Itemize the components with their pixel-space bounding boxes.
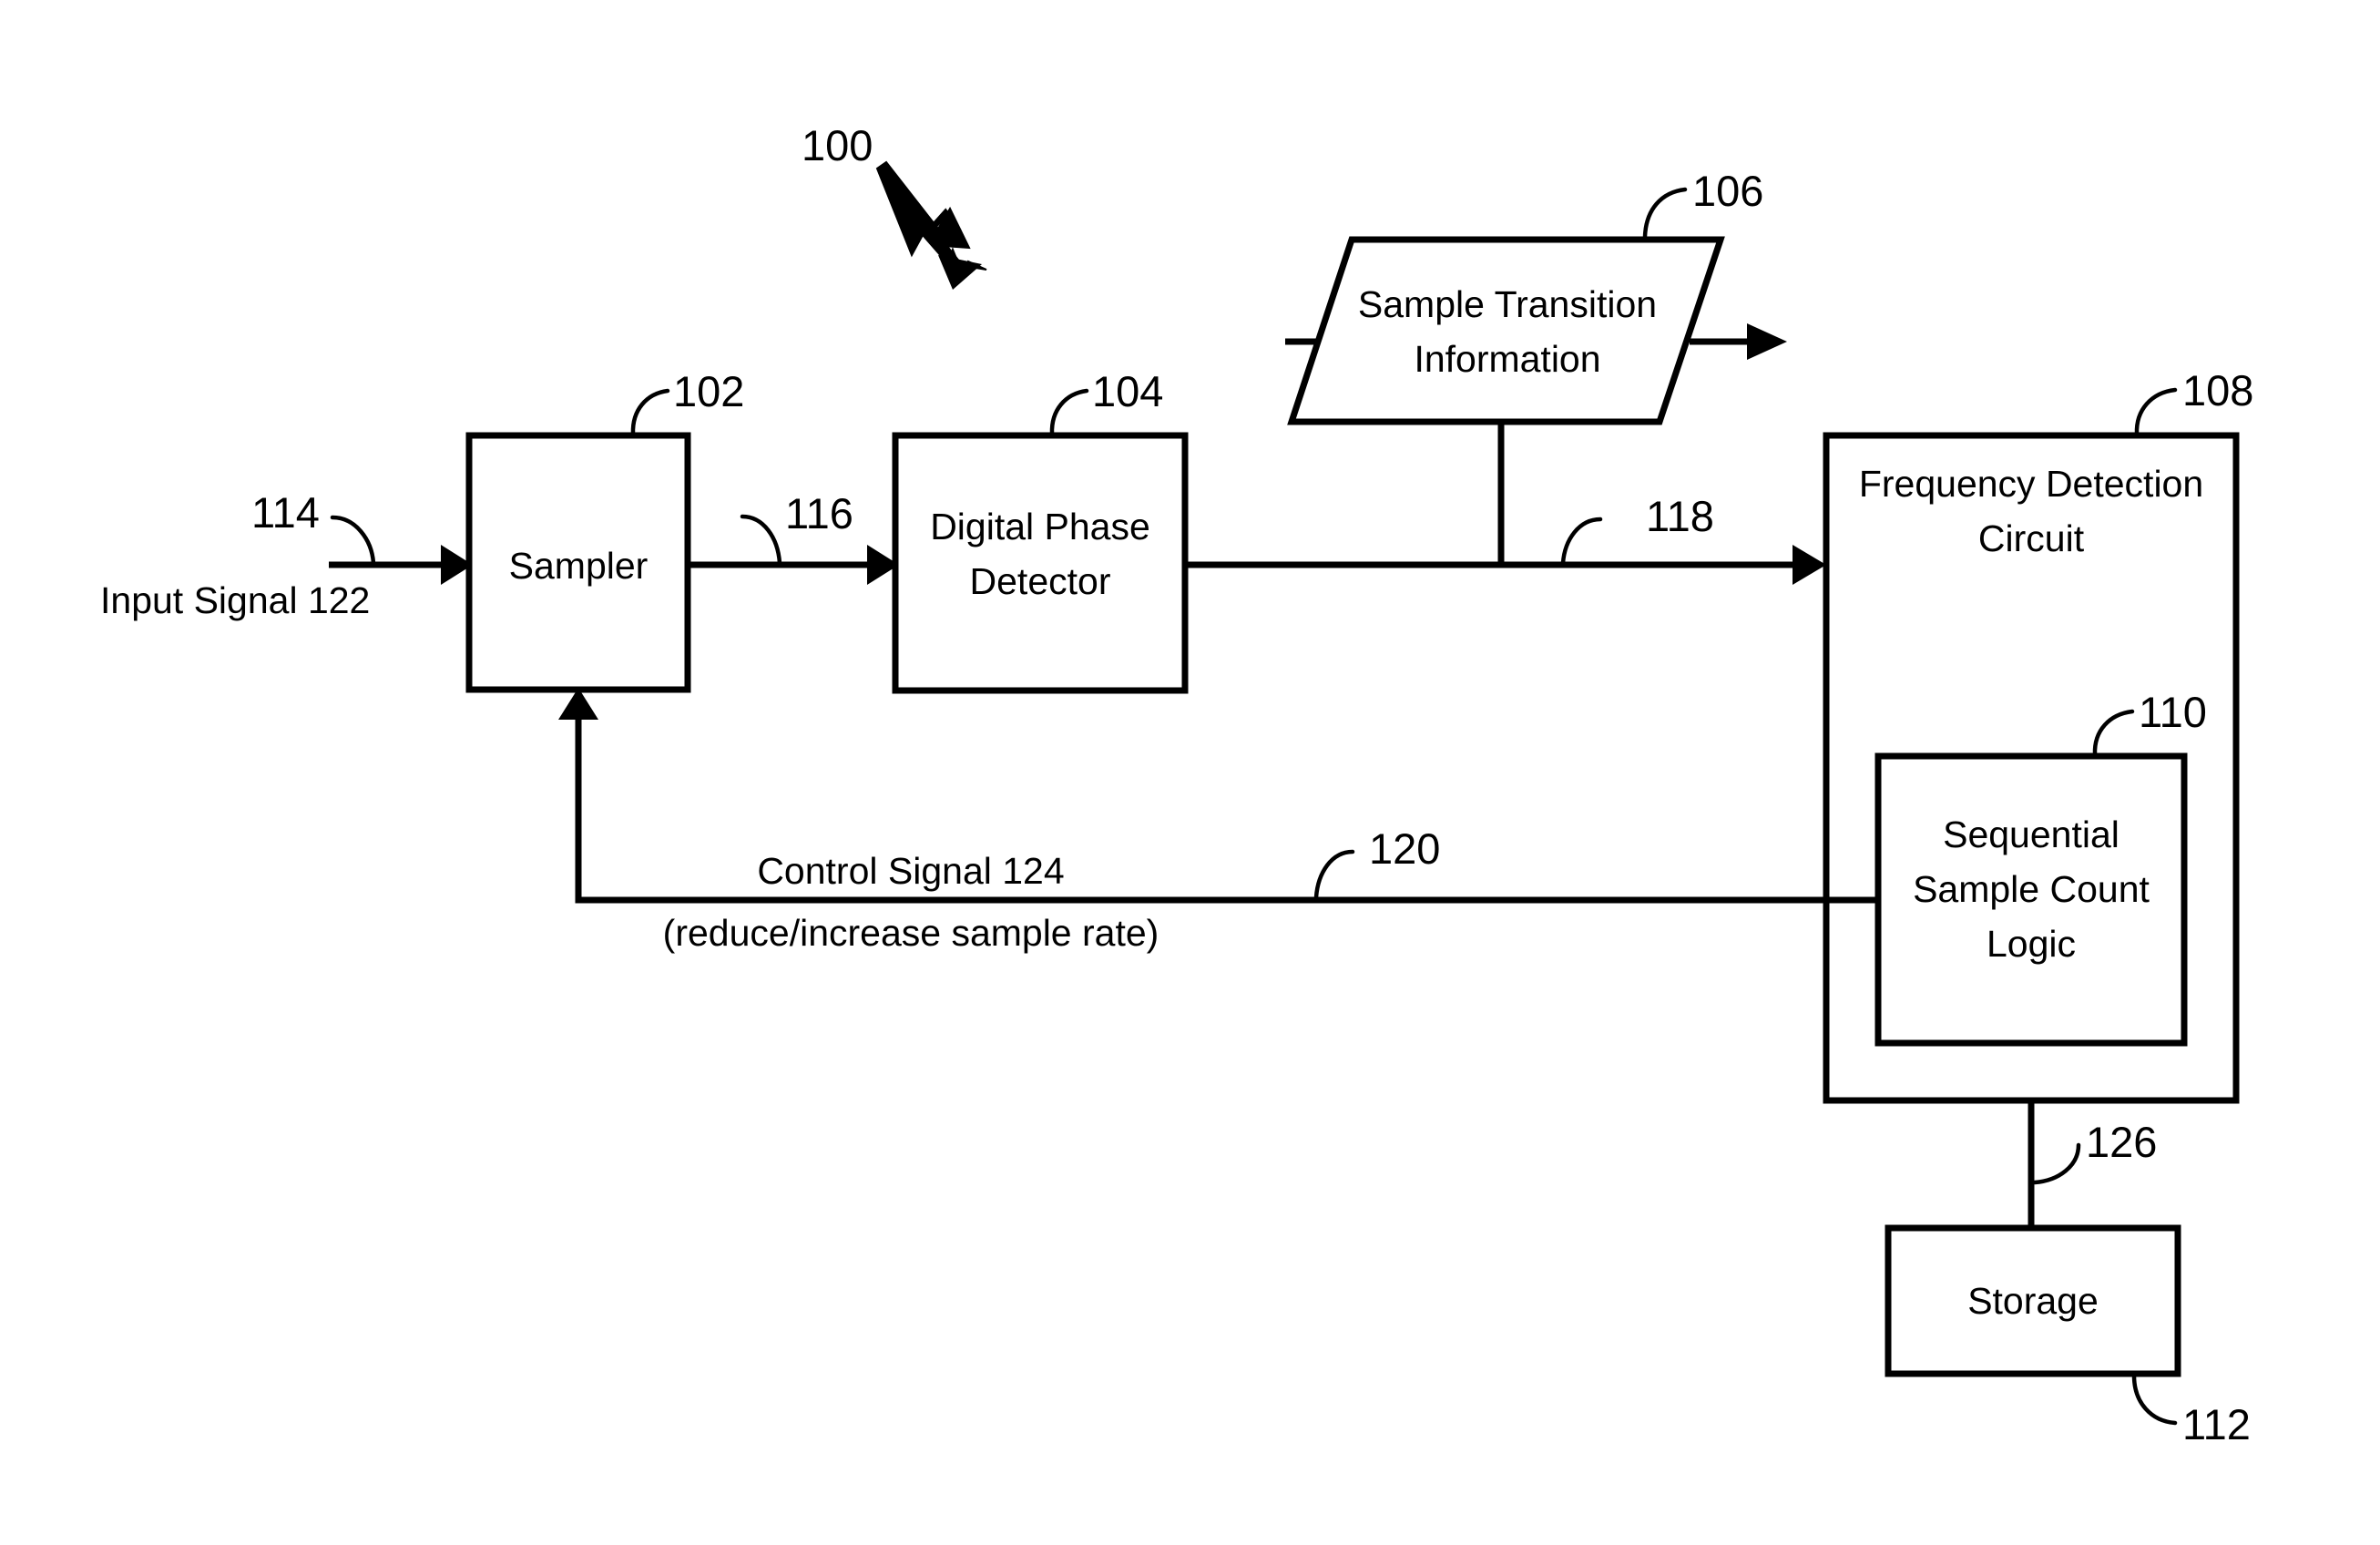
storage-link-group: 126	[2028, 1100, 2157, 1228]
ref-108-leader-line	[2134, 387, 2178, 436]
sample-transition-information-block[interactable]	[1287, 236, 1725, 425]
control-signal-label-line2: (reduce/increase sample rate)	[663, 912, 1159, 954]
ref-118-leader-line	[1560, 517, 1603, 566]
ref-126-label: 126	[2086, 1118, 2157, 1166]
frequency-detection-circuit-label-line2: Circuit	[1978, 517, 2085, 559]
lightning-arrow-shaft	[877, 163, 964, 270]
sampler-block-label: Sampler	[509, 545, 649, 587]
ref-106-label: 106	[1692, 167, 1763, 215]
control-signal-label-line1: Control Signal 124	[757, 850, 1064, 892]
ref-104-label: 104	[1092, 367, 1163, 415]
ref-120-leader-line	[1313, 849, 1355, 900]
ref-104-leader-line	[1049, 388, 1089, 436]
storage-block-group[interactable]: Storage 112	[1885, 1224, 2251, 1448]
figure-ref-100-label: 100	[802, 121, 873, 169]
ref-102-label: 102	[673, 367, 744, 415]
lightning-arrow-head	[938, 255, 982, 290]
wire-118-group: 118	[1185, 492, 1826, 585]
figure-ref-100-group: 100	[802, 121, 987, 290]
sampler-block-group[interactable]: Sampler 102	[465, 367, 744, 693]
ref-112-label: 112	[2182, 1400, 2251, 1448]
ref-112-leader-line	[2131, 1373, 2178, 1426]
block-diagram-svg: 100 114 Input Signal 122 Sampler 102 116…	[100, 121, 2253, 1448]
sequential-sample-count-logic-label-line3: Logic	[1987, 923, 2076, 965]
ref-126-leader-line	[2032, 1142, 2081, 1185]
ref-116-leader-line	[740, 514, 782, 566]
frequency-detection-circuit-label-line1: Frequency Detection	[1859, 463, 2203, 505]
ref-120-label: 120	[1369, 824, 1440, 873]
sample-transition-information-label-line2: Information	[1414, 338, 1600, 380]
sample-transition-information-label-line1: Sample Transition	[1358, 283, 1657, 325]
ref-114-label: 114	[251, 488, 320, 537]
ref-106-leader-line	[1642, 187, 1688, 240]
digital-phase-detector-label-line1: Digital Phase	[930, 506, 1150, 547]
storage-block-label: Storage	[1967, 1280, 2099, 1322]
input-signal-group: 114 Input Signal 122	[100, 488, 473, 621]
wire-118-arrowhead	[1793, 545, 1826, 585]
sequential-sample-count-logic-label-line2: Sample Count	[1913, 868, 2150, 910]
digital-phase-detector-label-line2: Detector	[970, 560, 1111, 602]
ref-118-label: 118	[1646, 492, 1714, 540]
ref-102-leader-line	[630, 388, 670, 436]
ref-110-label: 110	[2139, 688, 2207, 736]
ref-116-label: 116	[785, 489, 853, 537]
patent-figure-canvas: 100 114 Input Signal 122 Sampler 102 116…	[0, 0, 2380, 1545]
wire-116-group: 116	[688, 489, 899, 585]
sequential-sample-count-logic-label-line1: Sequential	[1943, 813, 2120, 855]
sample-transition-output-arrowhead	[1747, 323, 1787, 360]
ref-114-leader-line	[330, 515, 376, 566]
input-signal-label: Input Signal 122	[100, 579, 370, 621]
ref-108-label: 108	[2182, 366, 2253, 414]
feedback-control-path-group: 120 Control Signal 124 (reduce/increase …	[558, 688, 1878, 954]
digital-phase-detector-block-group[interactable]: Digital Phase Detector 104	[892, 367, 1189, 694]
